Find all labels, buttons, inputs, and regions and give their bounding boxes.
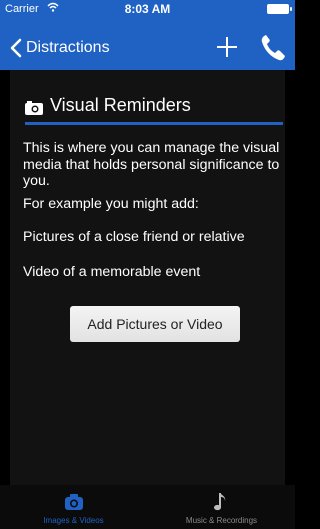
music-note-icon	[214, 493, 226, 511]
section-header: Visual Reminders	[25, 92, 283, 126]
chevron-left-icon	[10, 38, 22, 58]
status-time: 8:03 AM	[124, 2, 171, 16]
example-intro-text: For example you might add:	[23, 196, 199, 212]
back-button[interactable]: Distractions	[10, 34, 110, 62]
content-panel: Visual Reminders This is where you can m…	[10, 70, 285, 485]
status-bar: Carrier 8:03 AM	[0, 0, 295, 20]
example-item: Video of a memorable event	[23, 264, 201, 280]
phone-icon[interactable]	[260, 33, 286, 61]
back-label: Distractions	[26, 39, 110, 56]
camera-icon	[65, 494, 83, 510]
add-pictures-or-video-button[interactable]: Add Pictures or Video	[70, 306, 240, 342]
plus-icon[interactable]	[215, 35, 239, 59]
section-title: Visual Reminders	[50, 95, 191, 115]
intro-text: This is where you can manage the visual …	[23, 140, 280, 189]
tab-bar: Images & Videos Music & Recordings	[0, 485, 295, 529]
camera-icon	[25, 101, 43, 115]
header-divider	[25, 122, 283, 125]
tab-label: Images & Videos	[43, 516, 104, 525]
tab-label: Music & Recordings	[185, 516, 258, 525]
tab-music-recordings[interactable]: Music & Recordings	[148, 485, 295, 529]
navigation-bar: Distractions	[0, 28, 295, 68]
tab-images-videos[interactable]: Images & Videos	[0, 485, 147, 529]
example-item: Pictures of a close friend or relative	[23, 229, 245, 245]
battery-icon	[267, 4, 292, 14]
top-bar: Carrier 8:03 AM Distractions	[0, 0, 295, 70]
